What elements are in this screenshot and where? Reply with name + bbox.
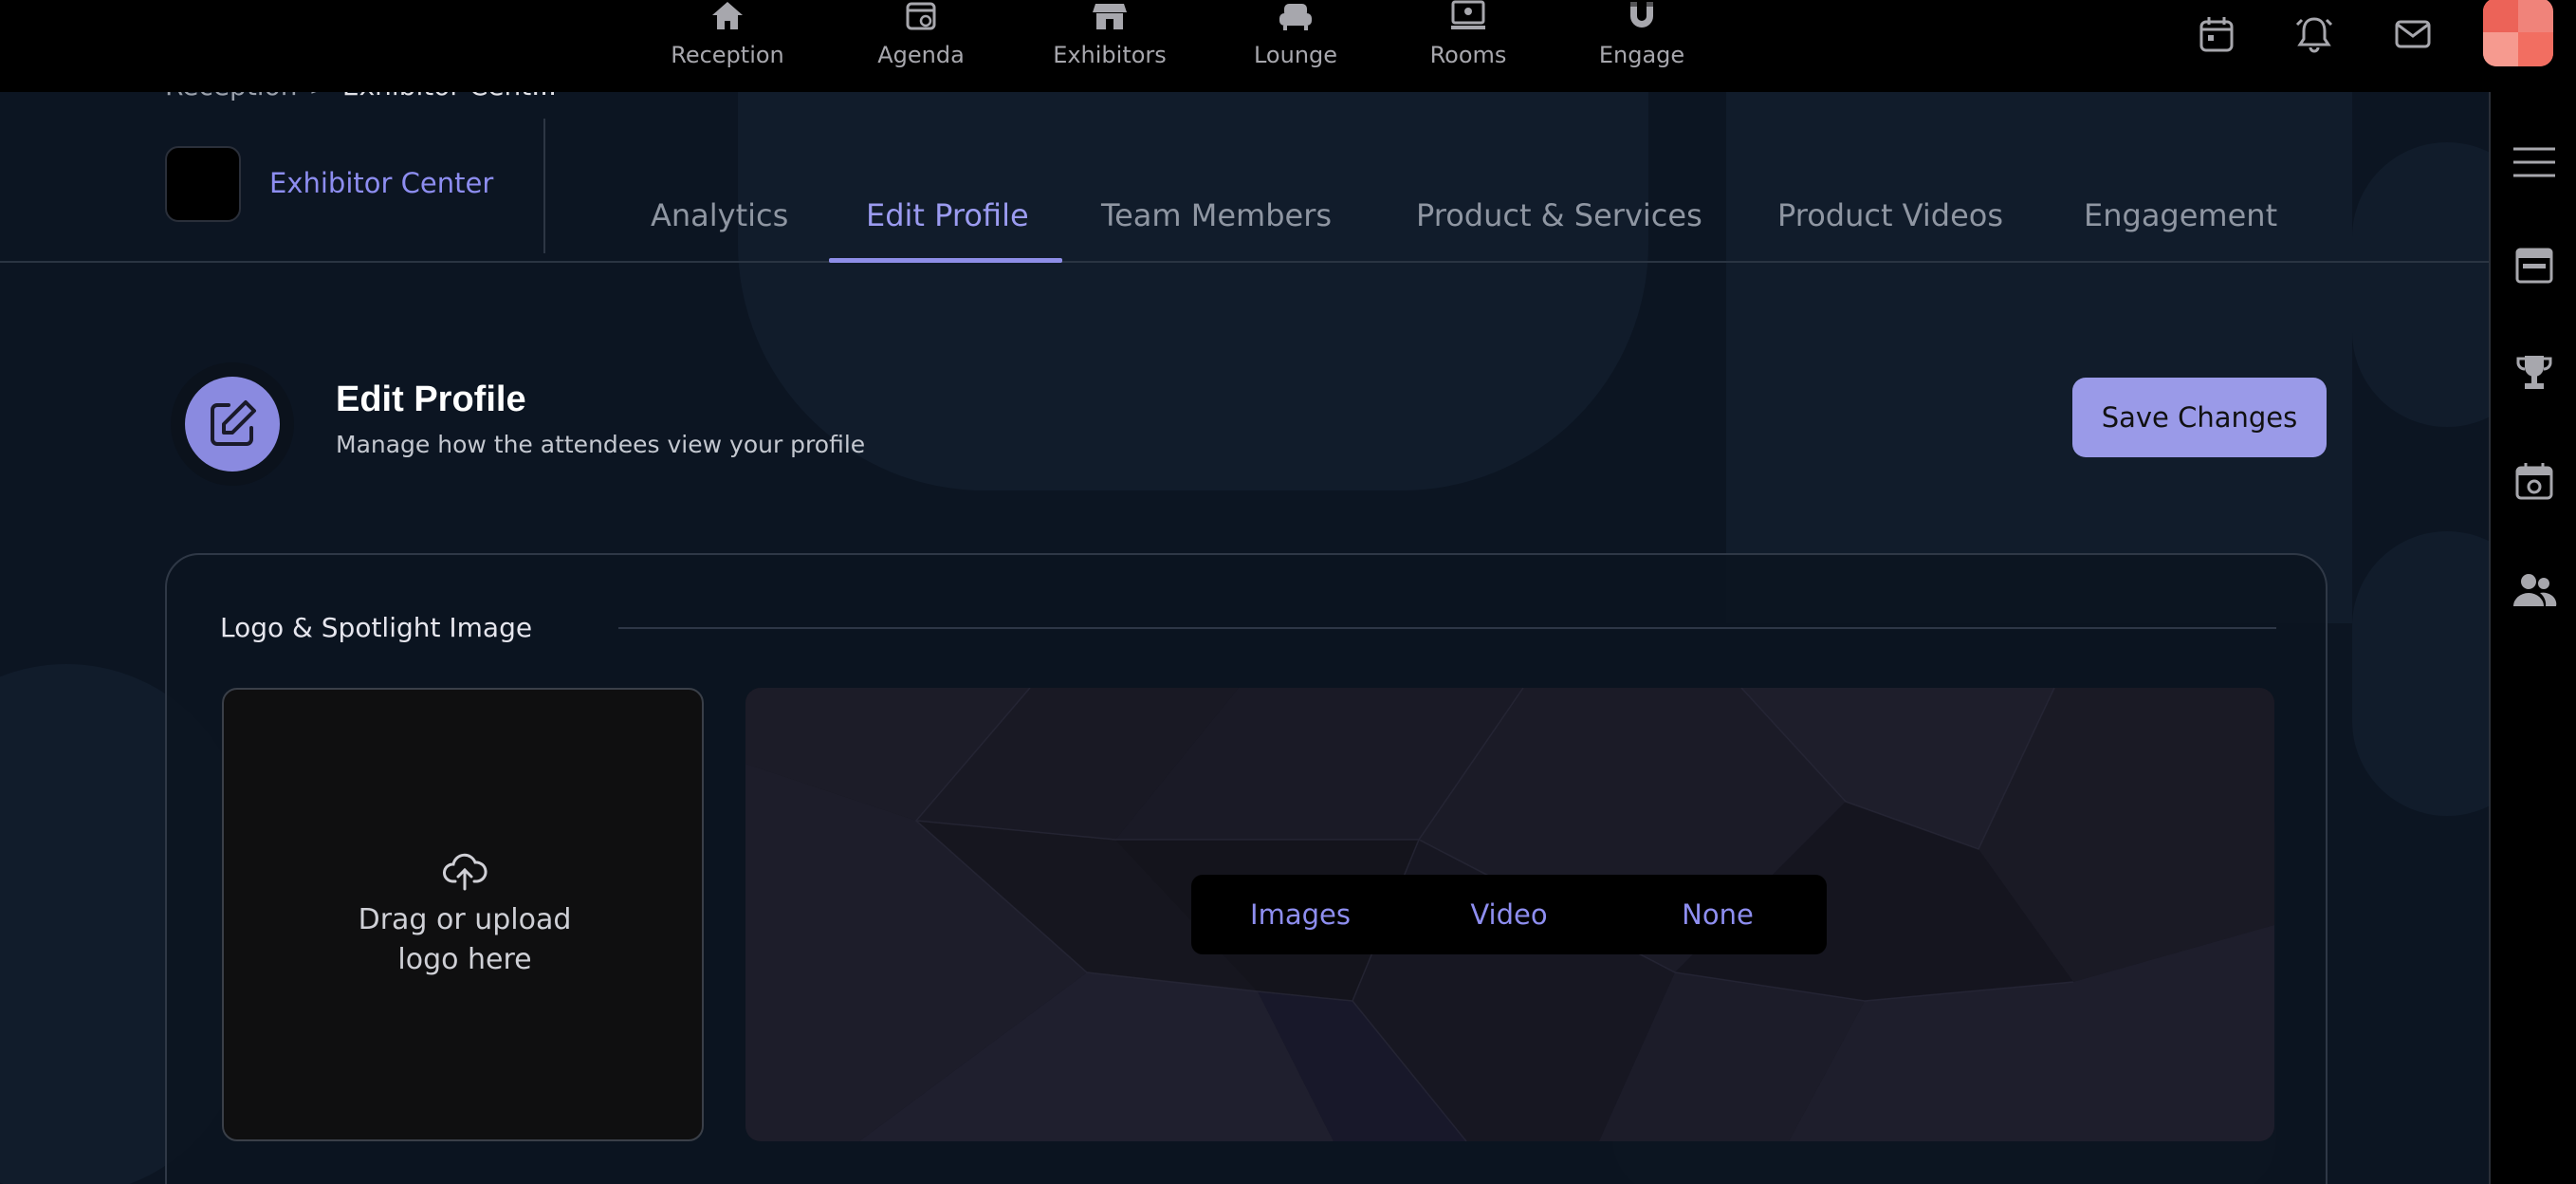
spotlight-type-selector: Images Video None: [1191, 875, 1827, 954]
store-icon: [1093, 4, 1127, 29]
magnet-icon: [1630, 2, 1653, 28]
rooms-icon: [1451, 0, 1485, 29]
tab-analytics[interactable]: Analytics: [651, 197, 788, 233]
calendar-icon[interactable]: [2196, 13, 2237, 55]
nav-item-exhibitors[interactable]: Exhibitors: [1020, 0, 1200, 92]
avatar[interactable]: [2483, 0, 2553, 66]
nav-label: Exhibitors: [1053, 42, 1167, 68]
right-sidebar: [2489, 92, 2576, 1184]
nav-item-engage[interactable]: Engage: [1552, 0, 1732, 92]
mail-icon[interactable]: [2392, 13, 2434, 55]
nav-item-rooms[interactable]: Rooms: [1378, 0, 1558, 92]
section-title: Logo & Spotlight Image: [220, 612, 533, 643]
hamburger-menu-icon[interactable]: [2512, 139, 2557, 185]
bell-icon[interactable]: [2293, 13, 2335, 55]
browser-window-icon[interactable]: [2512, 244, 2557, 289]
home-icon: [712, 2, 743, 29]
nav-item-lounge[interactable]: Lounge: [1205, 0, 1386, 92]
agenda-icon: [906, 2, 936, 30]
nav-label: Engage: [1598, 42, 1685, 68]
edit-profile-badge: [171, 362, 294, 486]
page-title: Edit Profile: [336, 379, 526, 419]
nav-item-agenda[interactable]: Agenda: [831, 0, 1011, 92]
cloud-upload-icon: [443, 853, 488, 891]
calendar-camera-icon[interactable]: [2512, 458, 2557, 504]
tabs-divider: [0, 261, 2489, 263]
nav-item-reception[interactable]: Reception: [637, 0, 818, 92]
edit-icon: [211, 400, 256, 446]
tab-product-services[interactable]: Product & Services: [1416, 197, 1702, 233]
nav-label: Agenda: [877, 42, 965, 68]
spotlight-option-images[interactable]: Images: [1220, 875, 1381, 954]
tab-product-videos[interactable]: Product Videos: [1777, 197, 2003, 233]
save-changes-button[interactable]: Save Changes: [2072, 378, 2327, 457]
tab-team-members[interactable]: Team Members: [1101, 197, 1332, 233]
active-tab-indicator: [829, 258, 1062, 263]
spotlight-option-video[interactable]: Video: [1428, 875, 1590, 954]
tab-engagement[interactable]: Engagement: [2084, 197, 2277, 233]
people-icon[interactable]: [2512, 566, 2557, 612]
upload-instructions: Drag or upload logo here: [358, 903, 572, 976]
exhibitor-logo: [165, 146, 241, 222]
armchair-icon: [1279, 4, 1312, 30]
spotlight-option-none[interactable]: None: [1637, 875, 1798, 954]
top-navigation-bar: Reception Agenda Exhibitors Lounge Rooms…: [0, 0, 2576, 92]
logo-upload-dropzone[interactable]: Drag or upload logo here: [222, 688, 704, 1141]
nav-label: Rooms: [1429, 42, 1507, 68]
page-subtitle: Manage how the attendees view your profi…: [336, 431, 866, 458]
divider: [543, 119, 545, 253]
logo-spotlight-card: Logo & Spotlight Image Drag or upload lo…: [165, 553, 2328, 1184]
spotlight-preview: Images Video None: [745, 688, 2274, 1141]
exhibitor-name[interactable]: Exhibitor Center: [269, 167, 493, 199]
nav-label: Reception: [671, 42, 784, 68]
nav-label: Lounge: [1253, 42, 1338, 68]
trophy-icon[interactable]: [2512, 350, 2557, 396]
section-divider: [618, 627, 2276, 629]
tab-edit-profile[interactable]: Edit Profile: [866, 197, 1029, 233]
